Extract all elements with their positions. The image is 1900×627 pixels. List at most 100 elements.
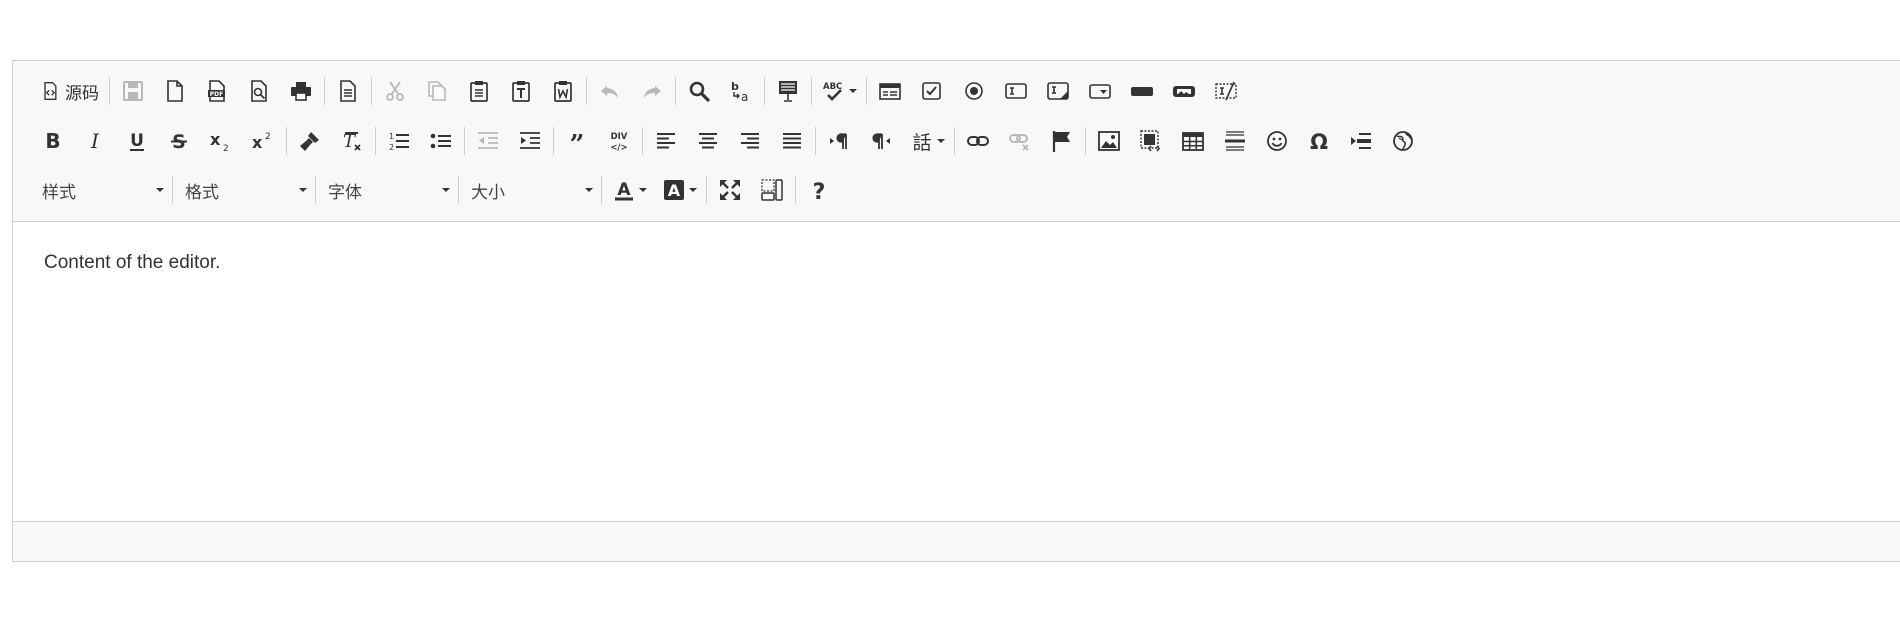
format-combo[interactable]: 格式 (175, 174, 313, 206)
smiley-button[interactable] (1256, 125, 1298, 157)
unlink-button[interactable] (999, 125, 1041, 157)
paste-word-icon (554, 81, 572, 102)
blockquote-icon: ” (570, 130, 585, 153)
paste-from-word-button[interactable] (542, 75, 584, 107)
toolbar-separator (172, 176, 173, 204)
format-combo-label: 格式 (185, 182, 219, 202)
numbered-list-button[interactable]: 12 (378, 125, 420, 157)
toolbar-separator (553, 127, 554, 155)
size-combo[interactable]: 大小 (461, 174, 599, 206)
subscript-icon: x2 (210, 130, 229, 153)
templates-button[interactable] (327, 75, 369, 107)
editor-content-area[interactable]: Content of the editor. (13, 222, 1900, 523)
svg-text:1: 1 (389, 132, 394, 141)
button-field-button[interactable] (1121, 75, 1163, 107)
styles-combo[interactable]: 样式 (32, 174, 170, 206)
subscript-button[interactable]: x2 (200, 125, 242, 157)
hidden-field-button[interactable] (1205, 75, 1247, 107)
paste-button[interactable] (458, 75, 500, 107)
remove-format-button[interactable]: T (331, 125, 373, 157)
image-button[interactable] (1088, 125, 1130, 157)
textarea-button[interactable] (1037, 75, 1079, 107)
background-color-dropdown[interactable]: A (654, 174, 704, 206)
editor-paragraph[interactable]: Content of the editor. (44, 252, 1869, 274)
print-button[interactable] (280, 75, 322, 107)
anchor-button[interactable] (1041, 125, 1083, 157)
align-right-button[interactable] (729, 125, 771, 157)
italic-button[interactable]: I (74, 125, 116, 157)
background-color-icon: A (663, 180, 684, 200)
copy-button[interactable] (416, 75, 458, 107)
find-button[interactable] (678, 75, 720, 107)
select-field-button[interactable] (1079, 75, 1121, 107)
bold-button[interactable]: B (32, 125, 74, 157)
justify-icon (783, 133, 801, 149)
horizontal-line-button[interactable] (1214, 125, 1256, 157)
toolbar-separator (371, 77, 372, 105)
toolbar-separator (764, 77, 765, 105)
indent-button[interactable] (509, 125, 551, 157)
form-icon (879, 83, 901, 100)
svg-text:2: 2 (389, 143, 394, 152)
radio-button[interactable] (953, 75, 995, 107)
embed-button[interactable] (1130, 125, 1172, 157)
blockquote-button[interactable]: ” (556, 125, 598, 157)
copy-formatting-button[interactable] (289, 125, 331, 157)
link-button[interactable] (957, 125, 999, 157)
align-center-button[interactable] (687, 125, 729, 157)
show-blocks-button[interactable] (751, 174, 793, 206)
language-dropdown[interactable]: 話 (902, 125, 952, 157)
svg-text:B: B (45, 129, 60, 153)
paste-text-button[interactable] (500, 75, 542, 107)
strikethrough-button[interactable]: S (158, 125, 200, 157)
page-break-button[interactable] (1340, 125, 1382, 157)
toolbar-separator (642, 127, 643, 155)
select-all-button[interactable] (767, 75, 809, 107)
font-combo[interactable]: 字体 (318, 174, 456, 206)
radio-icon (965, 82, 983, 100)
toolbar-separator (795, 176, 796, 204)
bulleted-list-button[interactable] (420, 125, 462, 157)
spell-check-dropdown[interactable]: ABC (814, 75, 864, 107)
outdent-button[interactable] (467, 125, 509, 157)
div-container-icon: DIV</> (610, 132, 627, 153)
maximize-button[interactable] (709, 174, 751, 206)
export-pdf-button[interactable]: PDF (196, 75, 238, 107)
image-button-field-button[interactable] (1163, 75, 1205, 107)
svg-text:x: x (252, 133, 263, 152)
bold-icon: B (45, 129, 60, 153)
justify-button[interactable] (771, 125, 813, 157)
superscript-button[interactable]: x2 (242, 125, 284, 157)
toolbar-separator (954, 127, 955, 155)
text-color-dropdown[interactable]: A (604, 174, 654, 206)
cut-button[interactable] (374, 75, 416, 107)
rich-text-editor: 源码 PDF ba ABC B I U S x 2 x 2 T 1 2 ” DI… (12, 60, 1900, 562)
underline-button[interactable]: U (116, 125, 158, 157)
redo-button[interactable] (631, 75, 673, 107)
text-field-button[interactable] (995, 75, 1037, 107)
source-button[interactable]: 源码 (32, 75, 107, 107)
align-left-button[interactable] (645, 125, 687, 157)
create-div-button[interactable]: DIV </> (598, 125, 640, 157)
replace-button[interactable]: ba (720, 75, 762, 107)
image-button-icon (1173, 86, 1195, 97)
text-direction-rtl-button[interactable] (860, 125, 902, 157)
checkbox-button[interactable] (911, 75, 953, 107)
undo-button[interactable] (589, 75, 631, 107)
iframe-button[interactable] (1382, 125, 1424, 157)
text-color-icon: A (614, 180, 633, 201)
toolbar-row-2: B I U S x2 x2 T 12 ” DIV </> 話 Ω (32, 125, 1424, 157)
svg-text:x: x (210, 130, 221, 149)
table-button[interactable] (1172, 125, 1214, 157)
toolbar-separator (1085, 127, 1086, 155)
outdent-icon (478, 132, 498, 149)
special-char-button[interactable]: Ω (1298, 125, 1340, 157)
maximize-icon (720, 180, 740, 200)
form-button[interactable] (869, 75, 911, 107)
save-button[interactable] (112, 75, 154, 107)
svg-text:A: A (667, 181, 680, 200)
text-direction-ltr-button[interactable] (818, 125, 860, 157)
preview-button[interactable] (238, 75, 280, 107)
new-page-button[interactable] (154, 75, 196, 107)
about-button[interactable]: ? (798, 174, 840, 206)
